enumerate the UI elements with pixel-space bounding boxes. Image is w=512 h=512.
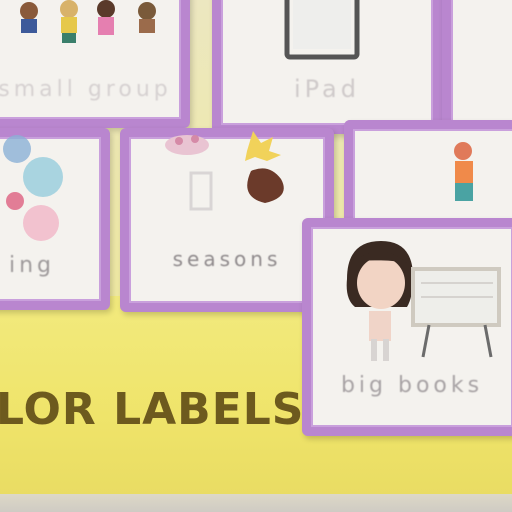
card-label-ipad: iPad xyxy=(293,75,360,103)
card-small-group: small group xyxy=(0,0,190,128)
ipad-icon xyxy=(284,0,360,60)
card-label-small-group: small group xyxy=(0,77,172,102)
bottom-edge xyxy=(0,494,512,512)
card-label-writing: ing xyxy=(9,253,56,278)
card-ipad: iPad xyxy=(212,0,442,134)
photo-scene: small group iPad ing seasons big books L… xyxy=(0,0,512,512)
figure-illustration xyxy=(454,142,473,201)
kids-illustration xyxy=(20,0,156,43)
banner-headline: LOR LABELS xyxy=(0,384,305,435)
card-label-big-books: big books xyxy=(340,373,484,398)
card-middle-right xyxy=(344,120,512,234)
seasons-illustration xyxy=(165,131,284,211)
teacher-with-board-illustration xyxy=(346,241,501,361)
bubbles-illustration xyxy=(3,135,63,241)
card-writing: ing xyxy=(0,128,110,310)
card-big-books: big books xyxy=(302,218,512,436)
card-label-seasons: seasons xyxy=(172,247,282,271)
